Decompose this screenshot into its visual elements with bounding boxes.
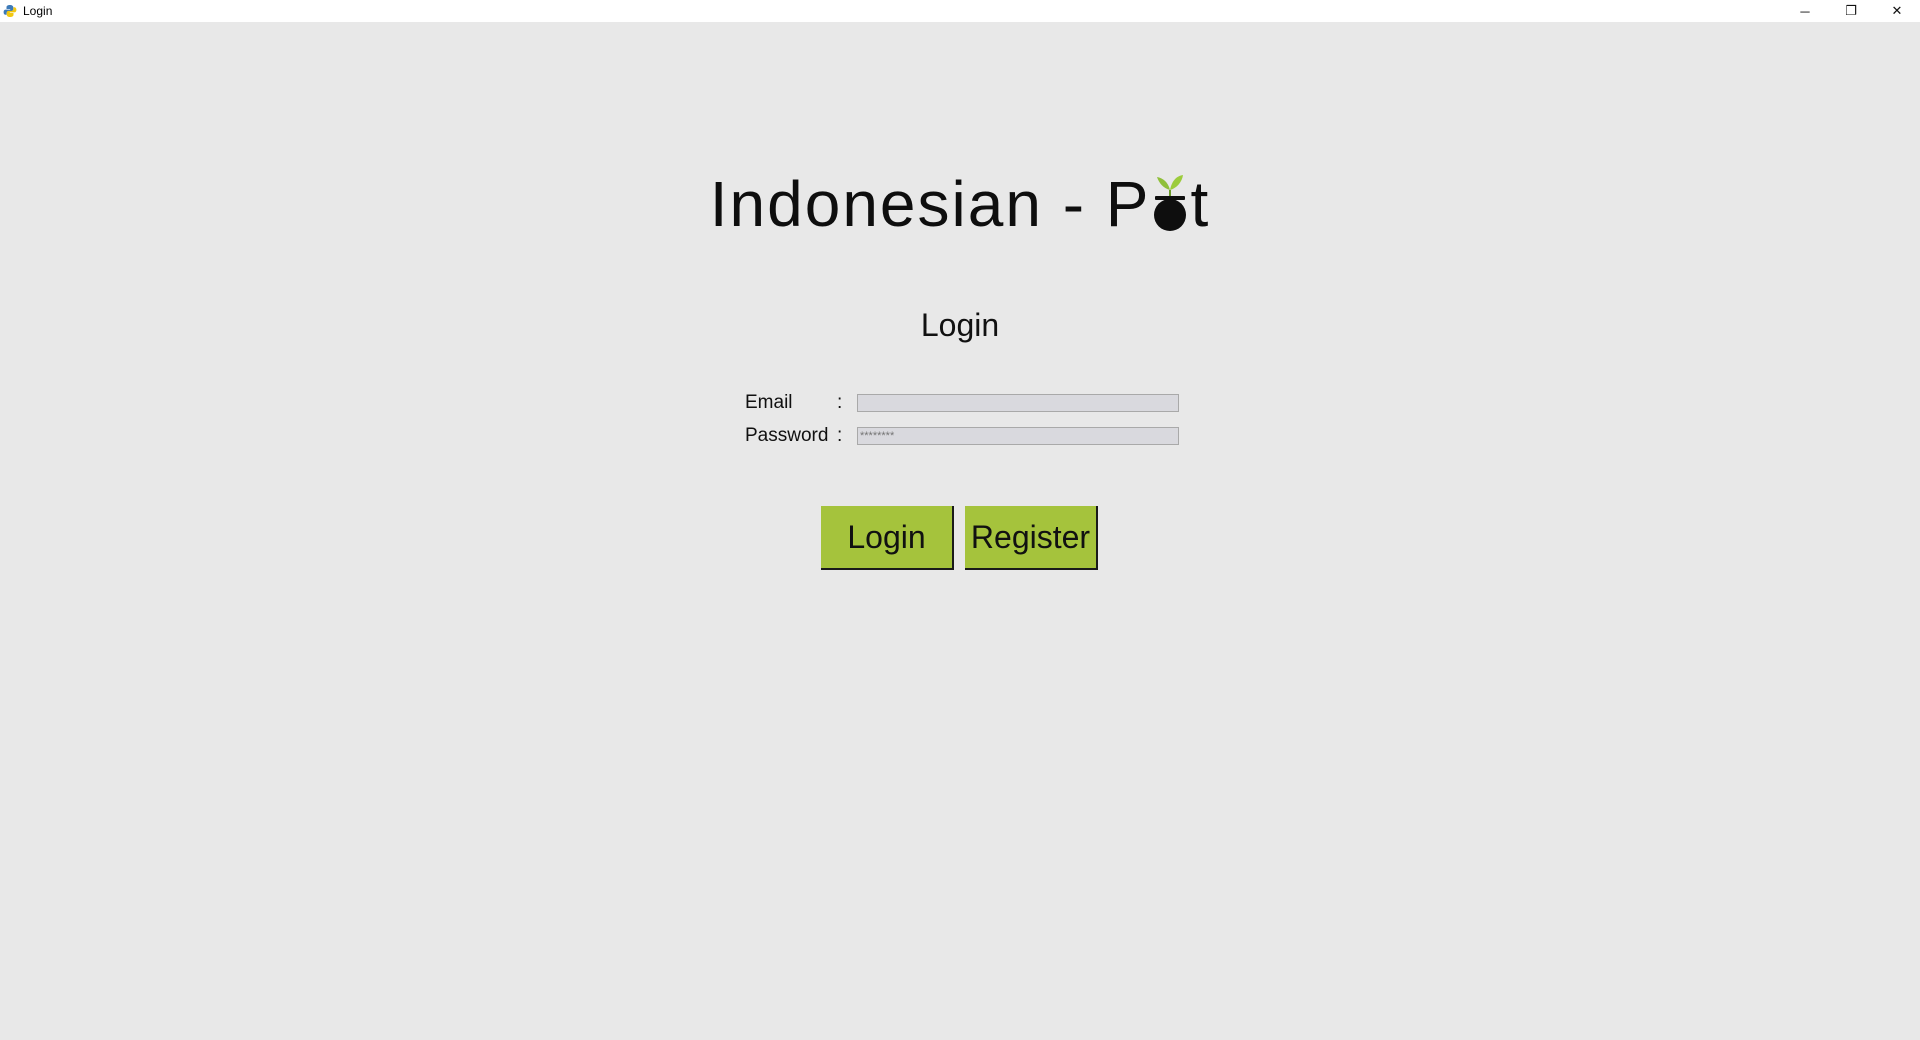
- pot-icon: [1150, 172, 1190, 236]
- register-button[interactable]: Register: [965, 506, 1098, 570]
- email-row: Email :: [745, 392, 1179, 414]
- logo-text-start: Indonesian - P: [709, 168, 1151, 240]
- restore-button[interactable]: ❐: [1828, 0, 1874, 22]
- minimize-button[interactable]: ─: [1782, 0, 1828, 22]
- email-separator: :: [837, 392, 843, 413]
- minimize-icon: ─: [1800, 3, 1810, 19]
- page-title: Login: [920, 307, 1000, 343]
- password-separator: :: [837, 425, 843, 446]
- email-label: Email: [745, 392, 793, 413]
- password-label: Password: [745, 425, 829, 446]
- python-app-icon: [3, 4, 17, 18]
- close-button[interactable]: ✕: [1874, 0, 1920, 22]
- close-icon: ✕: [1891, 3, 1903, 18]
- email-input[interactable]: [857, 394, 1179, 412]
- restore-icon: ❐: [1845, 3, 1857, 18]
- password-row: Password :: [745, 425, 1179, 447]
- window-controls: ─ ❐ ✕: [1782, 0, 1920, 22]
- app-logo: Indonesian - P t: [0, 172, 1920, 252]
- window-title: Login: [23, 4, 53, 18]
- login-window-body: Indonesian - P t Login Email : Password …: [0, 22, 1920, 1040]
- login-button[interactable]: Login: [821, 506, 954, 570]
- password-input[interactable]: [857, 427, 1179, 445]
- title-bar: Login ─ ❐ ✕: [0, 0, 1920, 22]
- logo-text-end: t: [1190, 168, 1211, 240]
